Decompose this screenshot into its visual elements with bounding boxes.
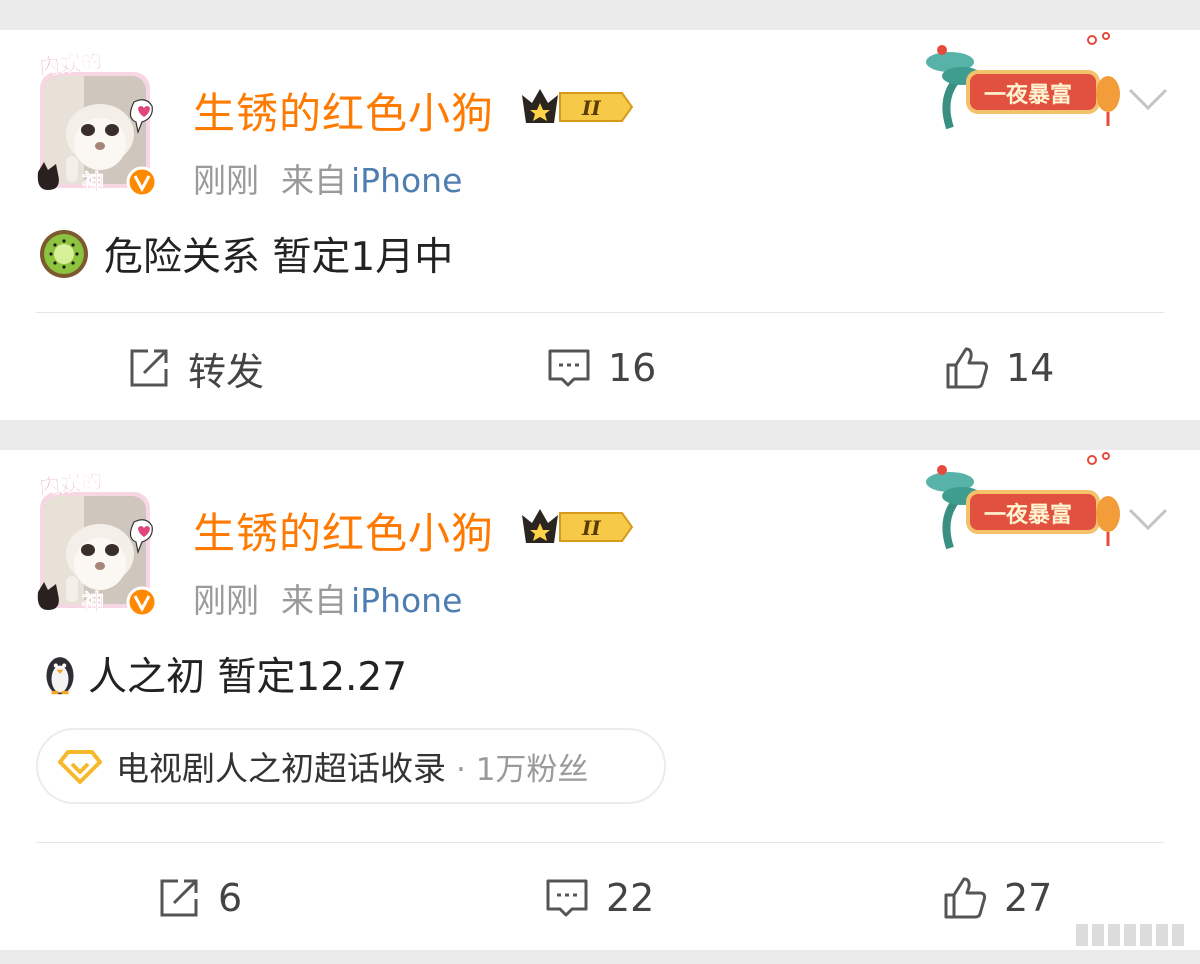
vip-level-text: II bbox=[581, 516, 601, 540]
post-card[interactable]: 内娱的 神 生锈的红色小狗 II 刚刚 来自 iPhone 一夜暴富 bbox=[0, 30, 1200, 420]
comment-button[interactable]: 16 bbox=[546, 338, 656, 398]
like-button[interactable]: 14 bbox=[944, 338, 1054, 398]
diamond-icon bbox=[58, 750, 102, 784]
like-button[interactable]: 27 bbox=[942, 868, 1052, 928]
thumbs-up-icon bbox=[944, 877, 987, 919]
post-card[interactable]: 内娱的 神 生锈的红色小狗 II 刚刚 来自 iPhone 一夜暴富 bbox=[0, 450, 1200, 950]
comment-icon bbox=[546, 879, 588, 917]
fortune-badge-text: 一夜暴富 bbox=[984, 502, 1072, 528]
share-icon bbox=[130, 349, 168, 387]
share-icon bbox=[160, 879, 198, 917]
repost-count: 6 bbox=[218, 876, 243, 920]
username[interactable]: 生锈的红色小狗 bbox=[193, 80, 494, 141]
action-bar: 6 22 27 bbox=[0, 868, 1200, 928]
avatar[interactable]: 内娱的 神 bbox=[30, 54, 160, 196]
divider bbox=[36, 312, 1164, 313]
username[interactable]: 生锈的红色小狗 bbox=[193, 500, 494, 561]
from-label: 来自 bbox=[281, 161, 347, 200]
post-time: 刚刚 bbox=[193, 161, 259, 200]
from-label: 来自 bbox=[281, 581, 347, 620]
like-count: 27 bbox=[1004, 876, 1053, 920]
post-content: 危险关系 暂定1月中 bbox=[38, 226, 453, 282]
post-text: 危险关系 暂定1月中 bbox=[104, 235, 454, 280]
thumbs-up-icon bbox=[946, 347, 989, 389]
avatar-caption-bottom: 神 bbox=[82, 590, 104, 616]
comment-icon bbox=[548, 349, 590, 387]
comment-count: 16 bbox=[608, 346, 657, 390]
action-bar: 转发 16 14 bbox=[0, 338, 1200, 398]
super-topic-chip[interactable]: 电视剧人之初超话收录 · 1万粉丝 bbox=[36, 728, 666, 804]
post-time: 刚刚 bbox=[193, 581, 259, 620]
comment-button[interactable]: 22 bbox=[544, 868, 654, 928]
repost-button[interactable]: 转发 bbox=[126, 338, 264, 398]
post-content: 人之初 暂定12.27 bbox=[38, 646, 407, 702]
penguin-icon bbox=[46, 657, 74, 695]
avatar[interactable]: 内娱的 神 bbox=[30, 474, 160, 616]
chevron-down-icon[interactable] bbox=[1126, 506, 1170, 532]
post-source: iPhone bbox=[351, 161, 463, 200]
vip-level-badge: II bbox=[522, 89, 634, 123]
vip-level-text: II bbox=[581, 96, 601, 120]
vip-level-badge: II bbox=[522, 509, 634, 543]
feed: 内娱的 神 生锈的红色小狗 II 刚刚 来自 iPhone 一夜暴富 危险关系 … bbox=[0, 0, 1200, 964]
watermark bbox=[1076, 924, 1184, 946]
post-text: 人之初 暂定12.27 bbox=[88, 655, 408, 700]
topic-name: 电视剧人之初超话收录 bbox=[116, 749, 446, 788]
fortune-badge: 一夜暴富 bbox=[926, 452, 1120, 550]
chevron-down-icon[interactable] bbox=[1126, 86, 1170, 112]
fortune-badge-text: 一夜暴富 bbox=[984, 82, 1072, 108]
post-source: iPhone bbox=[351, 581, 463, 620]
like-count: 14 bbox=[1006, 346, 1055, 390]
fortune-badge: 一夜暴富 bbox=[926, 32, 1120, 130]
post-meta: 刚刚 来自 iPhone bbox=[193, 154, 462, 202]
divider bbox=[36, 842, 1164, 843]
topic-fans: · 1万粉丝 bbox=[456, 751, 589, 788]
repost-button[interactable]: 6 bbox=[156, 868, 242, 928]
kiwi-icon bbox=[40, 230, 88, 278]
repost-label: 转发 bbox=[188, 349, 265, 394]
avatar-caption-bottom: 神 bbox=[82, 170, 104, 196]
post-meta: 刚刚 来自 iPhone bbox=[193, 574, 462, 622]
comment-count: 22 bbox=[606, 876, 655, 920]
